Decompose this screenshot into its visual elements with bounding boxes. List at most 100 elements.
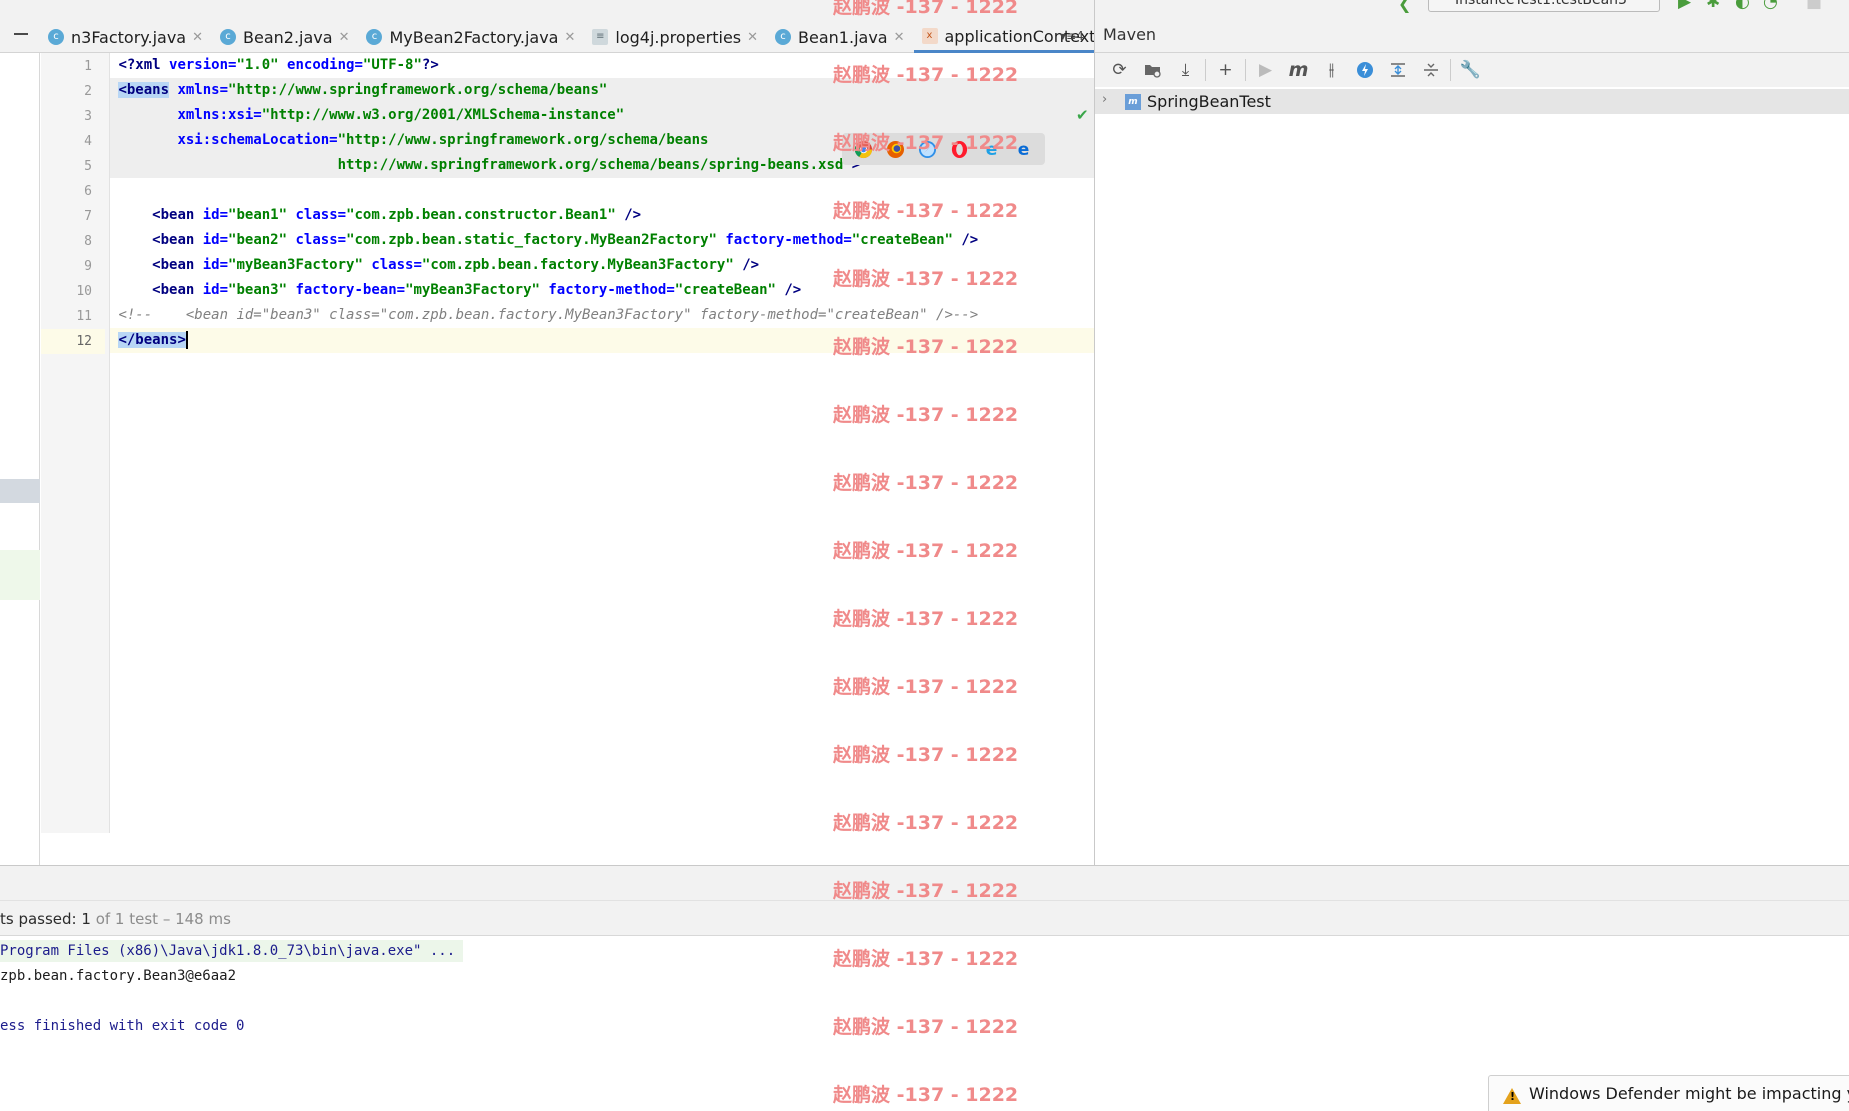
download-icon[interactable]: ⤓ — [1169, 56, 1202, 84]
tab-label: n3Factory.java — [71, 27, 187, 47]
line-number: 5 — [84, 159, 92, 174]
watermark-text: 赵鹏波 -137 - 1222 — [833, 608, 1019, 630]
java-class-icon: c — [48, 29, 64, 45]
run-configuration-select[interactable]: InstanceTest1.testBean3 — [1428, 0, 1660, 12]
code-line-3: xmlns:xsi="http://www.w3.org/2001/XMLSch… — [110, 103, 1094, 128]
status-prefix: ts passed: — [0, 910, 82, 928]
profile-icon[interactable]: ◔ — [1763, 0, 1778, 12]
run-configuration-label: InstanceTest1.testBean3 — [1455, 0, 1627, 8]
java-class-icon: c — [220, 29, 236, 45]
line-number: 1 — [84, 59, 92, 74]
watermark-text: 赵鹏波 -137 - 1222 — [833, 0, 1019, 18]
run-icon[interactable]: ▶ — [1678, 0, 1691, 12]
maven-project-row[interactable]: › m SpringBeanTest — [1095, 89, 1849, 114]
tab-overflow-button[interactable]: ▾≡4 — [1060, 29, 1084, 43]
toolbar-separator — [1245, 59, 1246, 81]
tab-label: Bean2.java — [243, 27, 333, 47]
collapse-all-icon[interactable] — [1414, 56, 1447, 84]
tab-log4j-properties[interactable]: ≡ log4j.properties ✕ — [584, 22, 767, 52]
tab-mybean2factory-java[interactable]: c MyBean2Factory.java ✕ — [358, 22, 584, 52]
tab-label: log4j.properties — [615, 27, 742, 47]
inspection-ok-icon[interactable]: ✔ — [1076, 106, 1089, 124]
close-icon[interactable]: ✕ — [894, 30, 905, 45]
status-detail: of 1 test – 148 ms — [90, 910, 231, 928]
java-class-icon: c — [366, 29, 383, 45]
watermark-text: 赵鹏波 -137 - 1222 — [833, 132, 1019, 154]
close-icon[interactable]: ✕ — [339, 30, 350, 45]
watermark-text: 赵鹏波 -137 - 1222 — [833, 336, 1019, 358]
watermark-text: 赵鹏波 -137 - 1222 — [833, 1016, 1019, 1038]
maven-project-name: SpringBeanTest — [1147, 92, 1271, 111]
lightning-icon[interactable] — [1348, 56, 1381, 84]
debug-icon[interactable]: ✱ — [1706, 0, 1720, 12]
minimize-icon[interactable] — [14, 33, 28, 35]
line-number: 9 — [84, 259, 92, 274]
test-status-text: ts passed: 1 of 1 test – 148 ms — [0, 910, 231, 928]
notification-message: Windows Defender might be impacting your — [1529, 1084, 1849, 1103]
code-line-11: <!-- <bean id="bean3" class="com.zpb.bea… — [118, 307, 979, 323]
line-number: 2 — [84, 84, 92, 99]
selected-row-highlight — [0, 479, 40, 503]
maven-title: Maven — [1103, 25, 1157, 44]
console-line: zpb.bean.factory.Bean3@e6aa2 — [0, 968, 237, 984]
watermark-text: 赵鹏波 -137 - 1222 — [833, 812, 1019, 834]
watermark-text: 赵鹏波 -137 - 1222 — [833, 200, 1019, 222]
watermark-text: 赵鹏波 -137 - 1222 — [833, 268, 1019, 290]
line-number: 7 — [84, 209, 92, 224]
maven-project-icon: m — [1125, 94, 1141, 110]
windows-defender-notification[interactable]: ! Windows Defender might be impacting yo… — [1488, 1075, 1849, 1111]
chevron-right-icon[interactable]: › — [1102, 92, 1107, 107]
line-number: 8 — [84, 234, 92, 249]
tab-label: Bean1.java — [798, 27, 888, 47]
watermark-text: 赵鹏波 -137 - 1222 — [833, 948, 1019, 970]
line-number: 6 — [84, 184, 92, 199]
text-caret — [185, 331, 188, 349]
tab-n3factory-java[interactable]: c n3Factory.java ✕ — [40, 22, 212, 52]
watermark-text: 赵鹏波 -137 - 1222 — [833, 404, 1019, 426]
close-icon[interactable]: ✕ — [564, 30, 575, 45]
watermark-text: 赵鹏波 -137 - 1222 — [833, 64, 1019, 86]
coverage-icon[interactable]: ◐ — [1735, 0, 1750, 12]
tab-bean2-java[interactable]: c Bean2.java ✕ — [212, 22, 358, 52]
close-icon[interactable]: ✕ — [747, 30, 758, 45]
maven-goal-icon[interactable]: m — [1282, 56, 1315, 84]
watermark-text: 赵鹏波 -137 - 1222 — [833, 744, 1019, 766]
xml-file-icon: x — [921, 28, 938, 44]
run-icon[interactable]: ▶ — [1249, 56, 1282, 84]
row-highlight — [0, 550, 40, 600]
line-number-current: 12 — [41, 329, 105, 354]
close-icon[interactable]: ✕ — [192, 30, 203, 45]
svg-text:e: e — [1017, 140, 1029, 159]
stop-icon[interactable]: ■ — [1806, 0, 1822, 12]
maven-toolbar: ⟳ ⤓ + ▶ m ⫲ 🔧 — [1095, 53, 1849, 87]
console-line: ess finished with exit code 0 — [0, 1018, 245, 1034]
editor-tabs: c n3Factory.java ✕ c Bean2.java ✕ c MyBe… — [40, 22, 1156, 53]
properties-file-icon: ≡ — [592, 29, 609, 45]
toolbar-separator — [1450, 59, 1451, 81]
expand-all-icon[interactable] — [1381, 56, 1414, 84]
watermark-text: 赵鹏波 -137 - 1222 — [833, 880, 1019, 902]
toolbar-separator — [1205, 59, 1206, 81]
console-line: Program Files (x86)\Java\jdk1.8.0_73\bin… — [0, 940, 464, 962]
project-panel-edge — [0, 53, 40, 865]
watermark-text: 赵鹏波 -137 - 1222 — [833, 472, 1019, 494]
tab-bean1-java[interactable]: c Bean1.java ✕ — [767, 22, 913, 52]
toggle-offline-icon[interactable]: ⫲ — [1315, 56, 1348, 84]
warning-mark: ! — [1510, 1090, 1516, 1103]
test-status-bar: ts passed: 1 of 1 test – 148 ms — [0, 900, 1849, 936]
folder-refresh-icon[interactable] — [1136, 56, 1169, 84]
line-number: 11 — [76, 309, 92, 324]
reload-icon[interactable]: ⟳ — [1103, 56, 1136, 84]
tab-overflow-count: 4 — [1076, 29, 1084, 43]
add-icon[interactable]: + — [1209, 56, 1242, 84]
code-area[interactable]: <?xml version="1.0" encoding="UTF-8"?> <… — [110, 53, 1094, 833]
maven-panel: Maven ⟳ ⤓ + ▶ m ⫲ 🔧 › m SpringBeanTest — [1094, 0, 1849, 865]
line-number: 3 — [84, 109, 92, 124]
java-class-icon: c — [775, 29, 792, 45]
back-arrow-icon[interactable]: ❮ — [1398, 0, 1411, 13]
line-number-gutter[interactable]: 1 2 3 4 5 6 7 8 9 10 11 12 ⊖ — [41, 53, 147, 833]
watermark-text: 赵鹏波 -137 - 1222 — [833, 1084, 1019, 1106]
code-line-8: <bean id="bean2" class="com.zpb.bean.sta… — [152, 232, 979, 248]
wrench-icon[interactable]: 🔧 — [1454, 56, 1487, 84]
watermark-text: 赵鹏波 -137 - 1222 — [833, 676, 1019, 698]
